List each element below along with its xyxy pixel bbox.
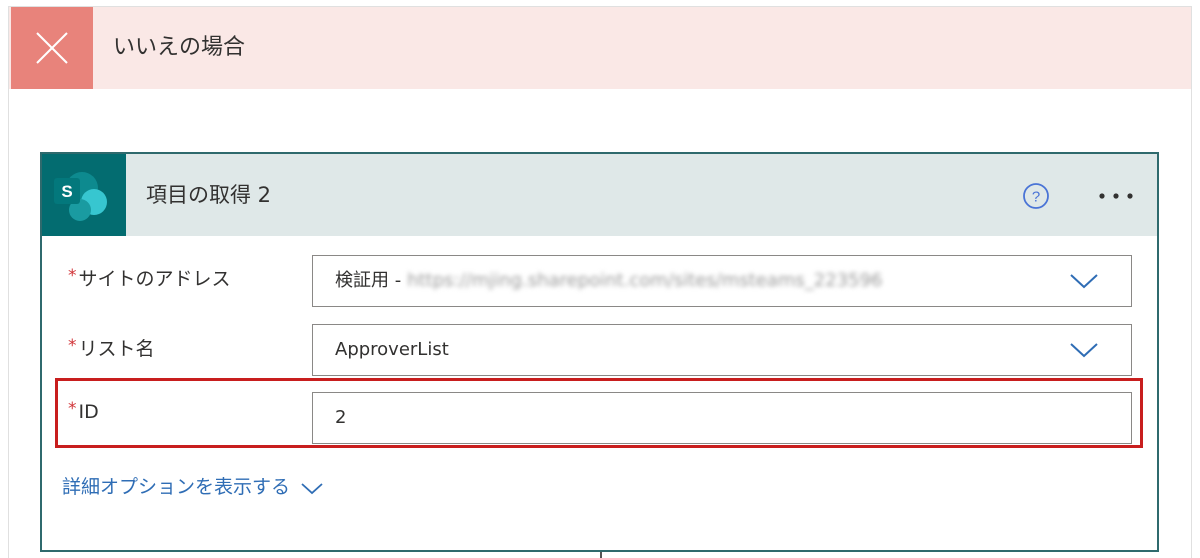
sharepoint-icon-box: S [42, 154, 126, 236]
more-options-icon[interactable] [1096, 182, 1138, 210]
id-field-highlight-box [55, 378, 1143, 448]
site-address-dropdown[interactable]: 検証用 - https://mjing.sharepoint.com/sites/… [312, 255, 1132, 307]
close-icon [36, 32, 68, 64]
show-advanced-options-link[interactable]: 詳細オプションを表示する [62, 472, 324, 499]
no-branch-title: いいえの場合 [113, 35, 246, 60]
list-name-label-text: リスト名 [78, 338, 155, 360]
chevron-down-icon[interactable] [1069, 270, 1099, 290]
chevron-down-icon[interactable] [1069, 339, 1099, 359]
sharepoint-icon-letter: S [61, 182, 72, 201]
list-name-dropdown[interactable]: ApproverList [312, 324, 1132, 376]
no-branch-header[interactable]: いいえの場合 [9, 7, 1191, 89]
svg-text:?: ? [1032, 189, 1040, 206]
site-address-url-blurred: https://mjing.sharepoint.com/sites/mstea… [407, 270, 883, 291]
list-name-value: ApproverList [335, 339, 449, 360]
site-address-value-text: 検証用 - [335, 270, 402, 291]
site-address-label: * サイトのアドレス [68, 264, 231, 291]
get-item-action-card: S 項目の取得 2 ? * サイトのアドレス 検証用 - https://mjing… [40, 152, 1159, 552]
action-card-header[interactable]: S 項目の取得 2 ? [42, 154, 1157, 236]
site-address-label-text: サイトのアドレス [78, 268, 231, 290]
required-mark: * [68, 336, 77, 356]
site-address-value: 検証用 - https://mjing.sharepoint.com/sites/… [335, 256, 883, 306]
help-icon[interactable]: ? [1022, 182, 1050, 210]
list-name-label: * リスト名 [68, 334, 155, 361]
chevron-down-icon [301, 482, 323, 494]
advanced-options-label: 詳細オプションを表示する [62, 476, 291, 498]
required-mark: * [68, 266, 77, 286]
action-card-title: 項目の取得 2 [146, 183, 272, 207]
no-branch-icon-box [11, 7, 93, 89]
sharepoint-icon: S [54, 172, 107, 221]
